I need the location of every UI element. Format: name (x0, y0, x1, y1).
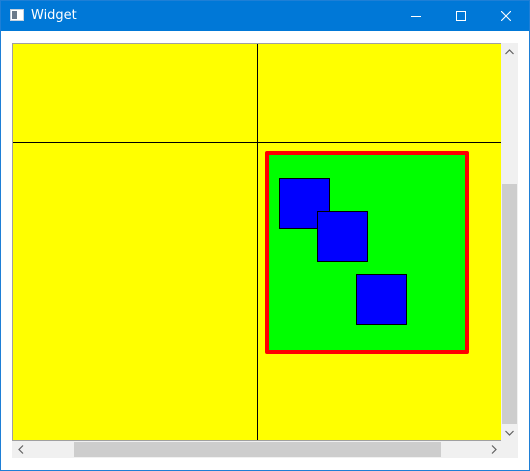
blue-square-item[interactable] (356, 274, 407, 325)
vertical-scrollbar[interactable] (501, 43, 518, 441)
blue-square-item[interactable] (317, 211, 368, 262)
vertical-scroll-thumb[interactable] (502, 184, 517, 424)
maximize-icon (455, 11, 466, 21)
client-area (1, 31, 529, 470)
app-window: Widget (0, 0, 530, 471)
horizontal-scrollbar[interactable] (12, 441, 502, 458)
horizontal-scroll-thumb[interactable] (74, 442, 441, 457)
vertical-grid-line (257, 44, 258, 440)
graphics-view[interactable] (12, 43, 502, 441)
close-button[interactable] (483, 1, 528, 31)
close-icon (500, 11, 511, 21)
scroll-down-button[interactable] (501, 424, 518, 441)
graphics-scene (13, 44, 501, 440)
chevron-up-icon (505, 48, 514, 54)
chevron-right-icon (491, 445, 497, 454)
scroll-up-button[interactable] (501, 43, 518, 60)
window-title: Widget (31, 8, 77, 23)
chevron-left-icon (17, 445, 23, 454)
minimize-icon (410, 16, 421, 17)
scroll-right-button[interactable] (485, 441, 502, 458)
scroll-left-button[interactable] (12, 441, 29, 458)
minimize-button[interactable] (393, 1, 438, 31)
app-window-icon (10, 9, 24, 21)
chevron-down-icon (505, 430, 514, 436)
title-bar[interactable]: Widget (1, 1, 529, 31)
scrollbar-corner (501, 441, 518, 458)
maximize-button[interactable] (438, 1, 483, 31)
